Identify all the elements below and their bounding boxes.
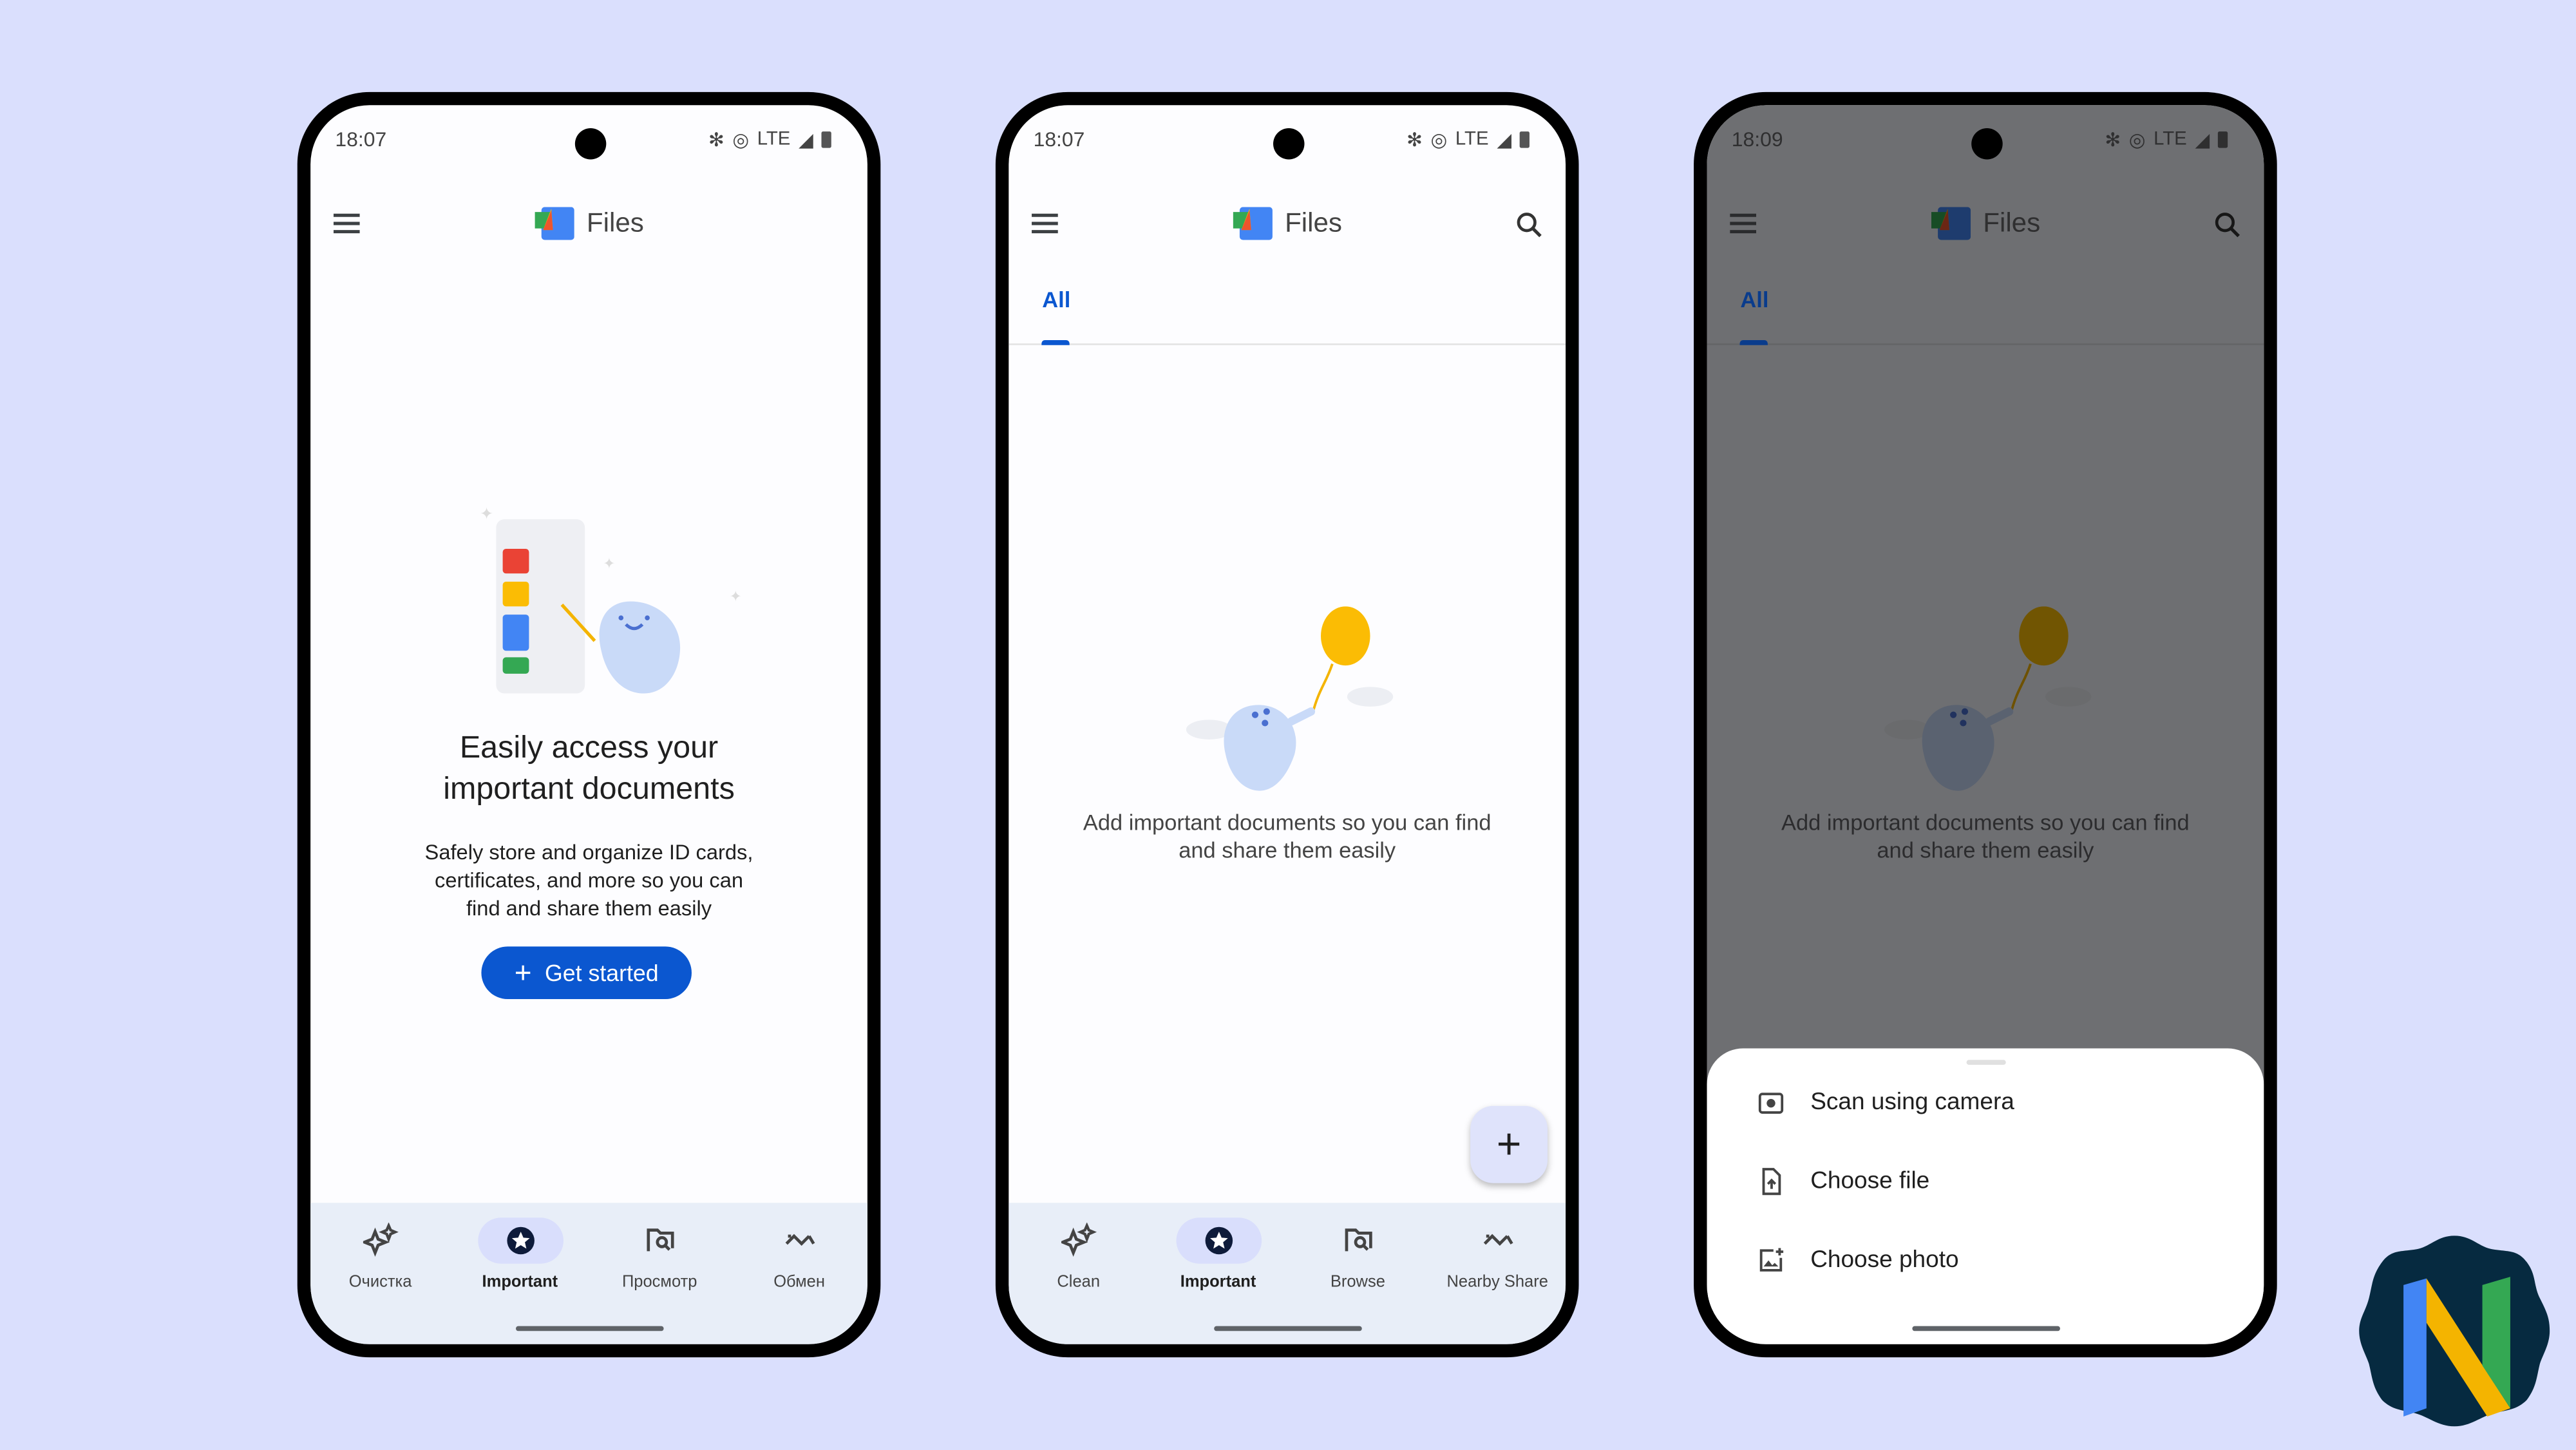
files-logo-icon (534, 207, 573, 240)
folder-search-icon (1340, 1223, 1376, 1259)
file-upload-icon (1762, 1168, 1781, 1196)
bluetooth-icon: ✻ (2105, 131, 2121, 151)
search-icon (2211, 209, 2244, 242)
nav-item-important[interactable]: Important (1148, 1203, 1288, 1292)
tab-bar: All (1009, 269, 1566, 345)
hotspot-icon: ◎ (1430, 131, 1448, 151)
phone-2: 18:07 ✻ ◎ LTE ◢ Files All Add important doc… (995, 91, 1579, 1358)
nav-item-nearby-share[interactable]: Nearby Share (1428, 1203, 1566, 1292)
add-document-bottom-sheet: Scan using camera Choose file Choose pho… (1707, 1048, 2264, 1344)
choose-file-option[interactable]: Choose file (1756, 1167, 1929, 1196)
battery-icon (1519, 131, 1530, 148)
drag-handle[interactable] (1965, 1060, 2005, 1065)
bottom-navigation: Clean Important Browse Nearby Share (1009, 1203, 1566, 1344)
empty-message: Add important documents so you can find a… (1083, 810, 1492, 863)
svg-text:✦: ✦ (603, 555, 615, 572)
home-indicator[interactable] (1213, 1326, 1361, 1331)
camera-cutout (574, 128, 606, 160)
nav-item-browse[interactable]: Browse (1288, 1203, 1428, 1292)
nav-item-clean[interactable]: Clean (1009, 1203, 1148, 1292)
plus-icon: + (514, 955, 532, 989)
status-bar: 18:07 ✻ ◎ LTE ◢ (1009, 125, 1566, 160)
svg-text:✦: ✦ (730, 588, 742, 605)
app-title: Files (586, 207, 644, 238)
svg-text:✦: ✦ (480, 505, 493, 523)
network-type: LTE (2154, 129, 2187, 150)
status-time: 18:07 (335, 128, 387, 151)
nav-item-important[interactable]: Important (450, 1203, 590, 1292)
folder-search-icon (641, 1223, 677, 1259)
bottom-navigation: Очистка Important Просмотр Обмен (310, 1203, 867, 1344)
signal-icon: ◢ (1497, 131, 1511, 151)
get-started-button[interactable]: + Get started (481, 946, 692, 1000)
tab-bar: All (1707, 269, 2264, 345)
search-icon[interactable] (1513, 209, 1546, 242)
hotspot-icon: ◎ (732, 131, 749, 151)
choose-photo-option[interactable]: Choose photo (1756, 1246, 1959, 1275)
nearby-share-icon (1479, 1223, 1515, 1259)
tab-all: All (1740, 287, 1769, 312)
phone-1: 18:07 ✻ ◎ LTE ◢ Files ✦ ✦ ✦ Easily access you… (297, 91, 881, 1358)
battery-icon (2217, 131, 2228, 148)
scan-using-camera-option[interactable]: Scan using camera (1756, 1088, 2014, 1118)
screen: 18:09 ✻ ◎ LTE ◢ Files All Add important doc… (1707, 105, 2264, 1344)
screen: 18:07 ✻ ◎ LTE ◢ Files ✦ ✦ ✦ Easily access you… (310, 105, 867, 1344)
status-bar: 18:07 ✻ ◎ LTE ◢ (310, 125, 867, 160)
n-brand-badge-logo (2359, 1235, 2550, 1427)
sparkle-icon (1061, 1223, 1097, 1259)
status-bar: 18:09 ✻ ◎ LTE ◢ (1707, 125, 2264, 160)
files-logo-icon (1931, 207, 1970, 240)
balloon-illustration (1875, 606, 2121, 803)
empty-description: Safely store and organize ID cards, certi… (424, 839, 753, 921)
home-indicator[interactable] (515, 1326, 663, 1331)
menu-icon[interactable] (333, 213, 360, 234)
signal-icon: ◢ (2195, 131, 2210, 151)
menu-icon (1730, 213, 1757, 234)
camera-icon (1758, 1092, 1784, 1114)
home-indicator[interactable] (1911, 1326, 2060, 1331)
app-title: Files (1983, 207, 2041, 238)
nav-item-browse[interactable]: Просмотр (590, 1203, 730, 1292)
sparkle-icon (362, 1223, 398, 1259)
status-time: 18:09 (1731, 128, 1783, 151)
app-bar: Files (1009, 184, 1566, 270)
screen: 18:07 ✻ ◎ LTE ◢ Files All Add important doc… (1009, 105, 1566, 1344)
phone-3: 18:09 ✻ ◎ LTE ◢ Files All Add important doc… (1694, 91, 2277, 1358)
star-icon (504, 1224, 536, 1257)
empty-title: Easily access your important documents (443, 731, 735, 807)
tab-all[interactable]: All (1032, 287, 1081, 312)
status-time: 18:07 (1033, 128, 1085, 151)
camera-cutout (1272, 128, 1304, 160)
bluetooth-icon: ✻ (708, 131, 724, 151)
camera-cutout (1970, 128, 2002, 160)
star-icon (1202, 1224, 1235, 1257)
add-document-fab[interactable]: + (1470, 1105, 1548, 1183)
files-logo-icon (1232, 207, 1271, 240)
battery-icon (821, 131, 831, 148)
tab-indicator (1739, 340, 1768, 345)
signal-icon: ◢ (799, 131, 813, 151)
app-bar: Files (1707, 184, 2264, 270)
balloon-illustration (1177, 606, 1423, 803)
menu-icon[interactable] (1032, 213, 1058, 234)
app-title: Files (1285, 207, 1342, 238)
network-type: LTE (1455, 129, 1489, 150)
empty-message: Add important documents so you can find a… (1781, 810, 2190, 863)
network-type: LTE (757, 129, 791, 150)
nav-item-clean[interactable]: Очистка (310, 1203, 450, 1292)
tab-indicator (1041, 340, 1070, 345)
hotspot-icon: ◎ (2128, 131, 2146, 151)
add-photo-icon (1759, 1248, 1784, 1272)
app-bar: Files (310, 184, 867, 270)
nearby-share-icon (781, 1223, 817, 1259)
documents-illustration: ✦ ✦ ✦ (480, 505, 742, 694)
bluetooth-icon: ✻ (1406, 131, 1423, 151)
nav-item-share[interactable]: Обмен (730, 1203, 867, 1292)
